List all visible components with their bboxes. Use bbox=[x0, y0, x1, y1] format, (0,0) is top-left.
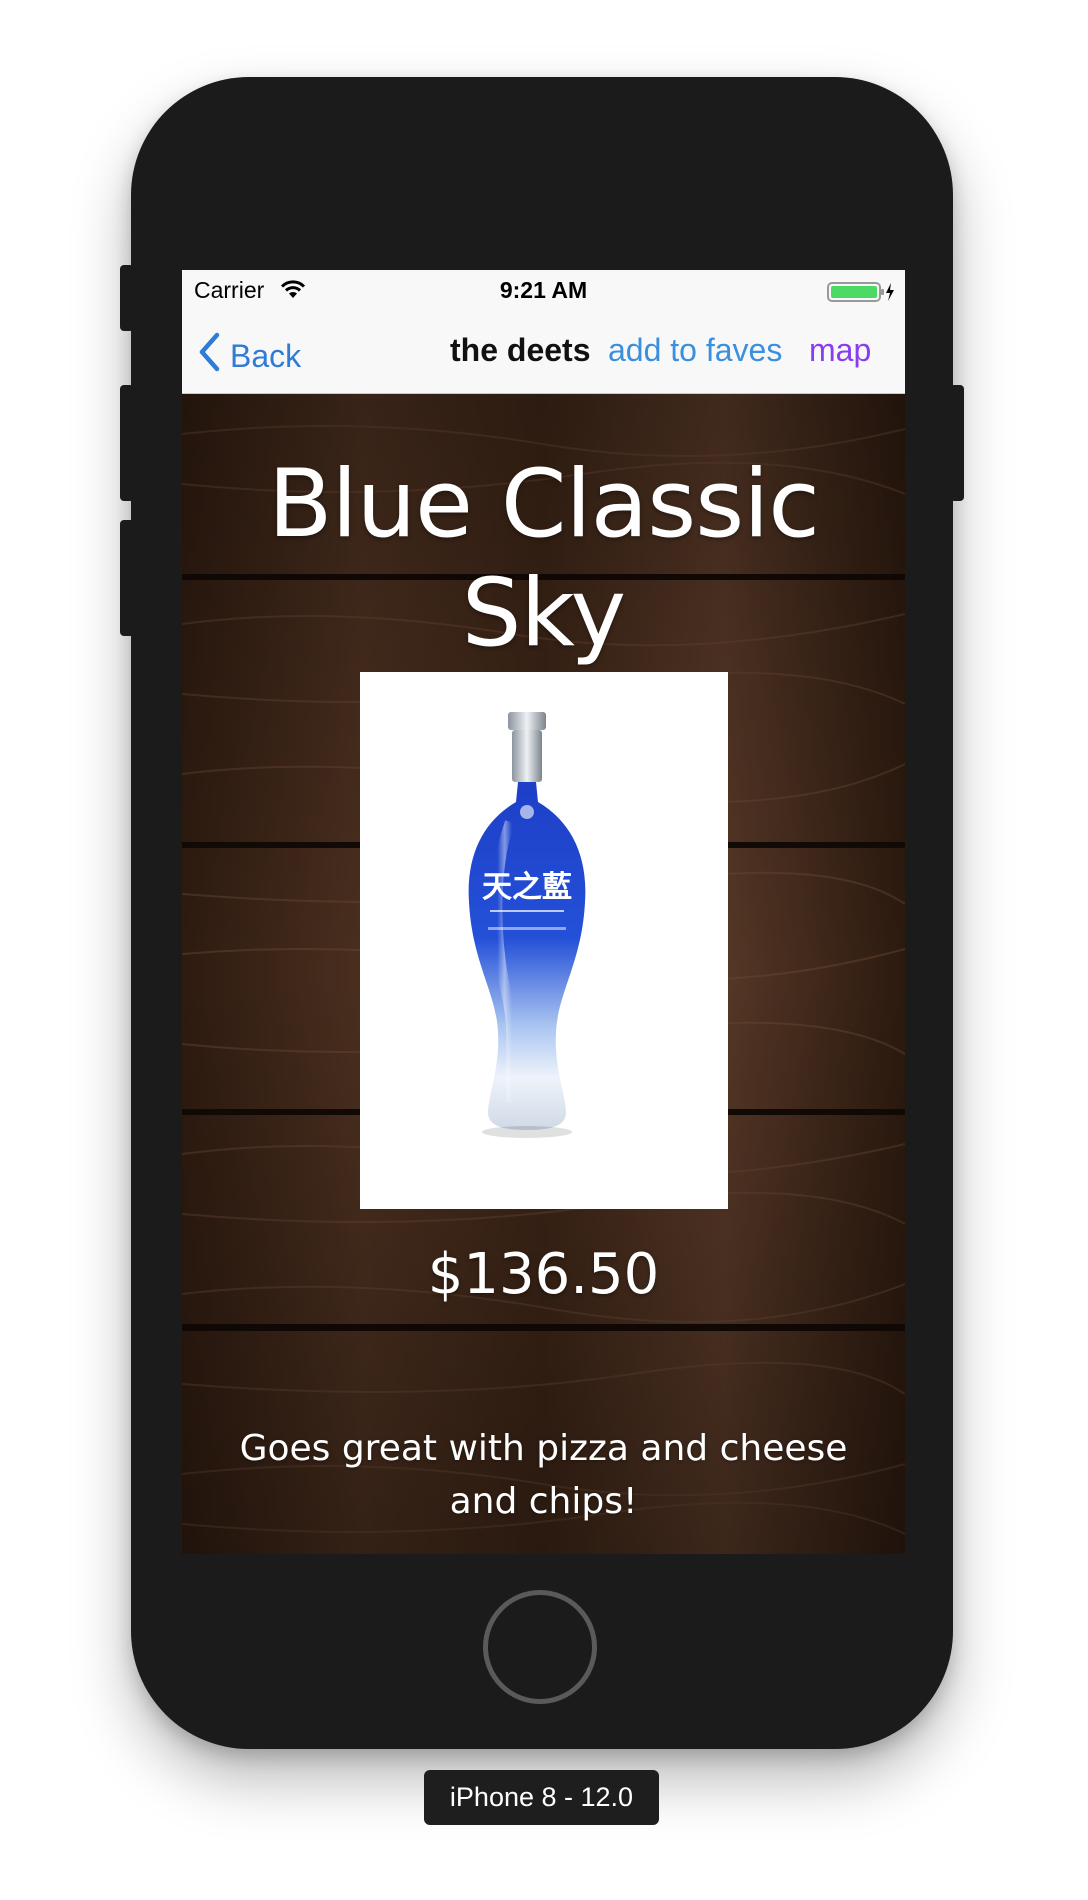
product-description: Goes great with pizza and cheese and chi… bbox=[239, 1428, 848, 1522]
liquor-bottle-image: 天之藍 bbox=[468, 712, 586, 1138]
volume-down-button bbox=[120, 520, 134, 636]
simulator-device-label: iPhone 8 - 12.0 bbox=[424, 1770, 659, 1825]
product-image: 天之藍 bbox=[360, 672, 728, 1209]
product-price: $136.50 bbox=[427, 1242, 660, 1307]
back-button[interactable]: Back bbox=[198, 332, 301, 380]
volume-up-button bbox=[120, 385, 134, 501]
product-title: Blue Classic Sky bbox=[268, 450, 820, 668]
product-detail: Blue Classic Sky 天之藍 $136.50 Goes great … bbox=[182, 394, 905, 1554]
home-button[interactable] bbox=[483, 1590, 597, 1704]
battery-charging-icon bbox=[827, 281, 897, 309]
svg-text:天之藍: 天之藍 bbox=[482, 870, 572, 905]
navigation-bar: Back the deets add to faves map bbox=[182, 312, 905, 394]
mute-switch bbox=[120, 265, 134, 331]
status-bar: Carrier 9:21 AM bbox=[182, 270, 905, 312]
chevron-left-icon bbox=[198, 332, 230, 380]
app-screen: Carrier 9:21 AM Back the deets add to fa… bbox=[182, 270, 905, 1554]
status-time: 9:21 AM bbox=[499, 277, 588, 303]
back-label: Back bbox=[230, 337, 302, 374]
nav-title: the deets bbox=[450, 332, 591, 368]
power-button bbox=[950, 385, 964, 501]
add-to-faves-button[interactable]: add to faves bbox=[608, 332, 782, 369]
map-button[interactable]: map bbox=[809, 332, 871, 369]
